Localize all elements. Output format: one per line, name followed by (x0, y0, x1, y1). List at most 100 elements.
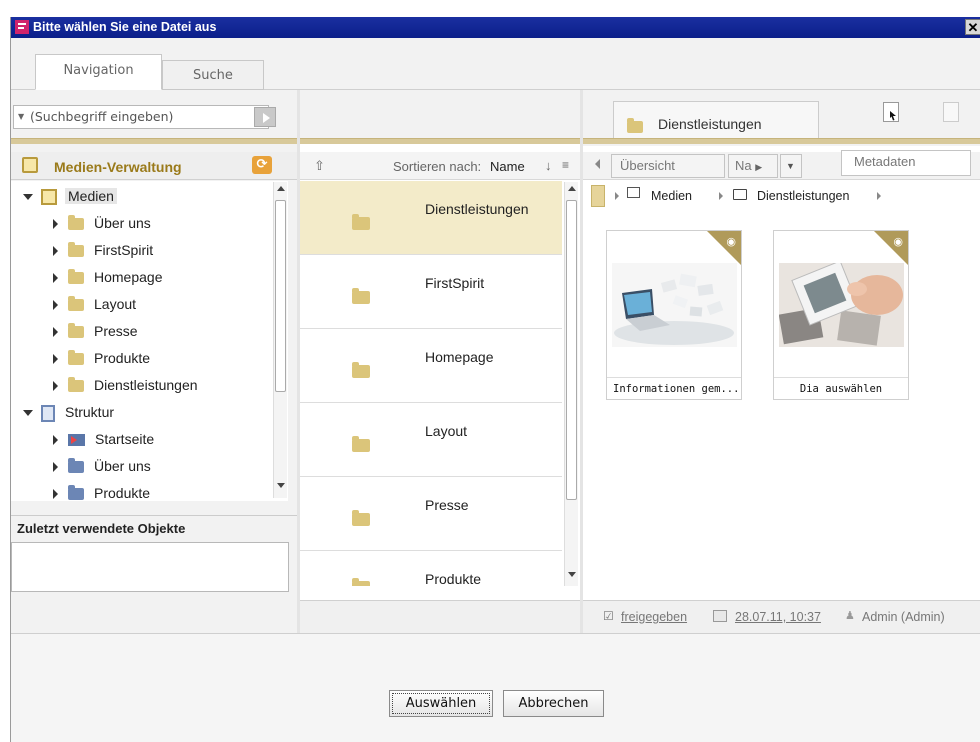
breadcrumb-root-icon[interactable] (591, 185, 605, 207)
expand-arrow-icon[interactable] (53, 462, 58, 473)
cancel-button[interactable]: Abbrechen (503, 690, 604, 717)
tree-node-homepage[interactable]: Homepage (53, 266, 163, 288)
tree-node-layout[interactable]: Layout (53, 293, 136, 315)
parent-folder-icon[interactable]: ⇧ (314, 158, 325, 174)
copy-document-icon[interactable] (943, 102, 959, 122)
folder-tab[interactable]: Dienstleistungen (613, 101, 819, 141)
modified-date[interactable]: 28.07.11, 10:37 (735, 610, 821, 624)
list-item[interactable]: Presse (300, 477, 562, 551)
list-item[interactable]: Layout (300, 403, 562, 477)
scroll-up-icon[interactable] (568, 186, 576, 191)
middle-header-space (300, 90, 581, 138)
calendar-icon (713, 610, 727, 622)
list-item[interactable]: FirstSpirit (300, 255, 562, 329)
start-page-icon (68, 434, 85, 447)
middle-status-bar (300, 600, 581, 633)
folder-icon (68, 269, 84, 285)
expand-arrow-icon[interactable] (53, 489, 58, 500)
dialog-footer (11, 633, 980, 742)
expand-arrow-icon[interactable] (53, 435, 58, 446)
tree-node-ueber-uns[interactable]: Über uns (53, 212, 151, 234)
tree-node-struktur-ueber-uns[interactable]: Über uns (53, 455, 151, 477)
folder-icon (68, 215, 84, 231)
release-status[interactable]: freigegeben (621, 610, 687, 624)
expand-arrow-icon[interactable] (53, 354, 58, 365)
sort-toolbar: ⇧ Sortieren nach: Name ↓ ≡ (300, 152, 581, 180)
scroll-down-icon[interactable] (277, 483, 285, 488)
media-icon (627, 187, 640, 198)
list-scrollbar[interactable] (564, 182, 578, 586)
tree-node-startseite[interactable]: Startseite (53, 428, 154, 450)
media-manager-title: Medien-Verwaltung (54, 159, 182, 175)
breadcrumb: Medien Dienstleistungen (583, 181, 980, 211)
tree-node-produkte[interactable]: Produkte (53, 347, 150, 369)
folder-icon (627, 118, 643, 133)
scrollbar-thumb[interactable] (566, 200, 577, 500)
next-arrow-icon[interactable]: ▶ (755, 162, 762, 172)
close-button[interactable]: ✕ (965, 19, 980, 35)
expand-arrow-icon[interactable] (53, 381, 58, 392)
search-input[interactable]: ▼ (Suchbegriff eingeben) ⌕ (13, 105, 269, 129)
folder-icon (352, 578, 370, 586)
splitter-left[interactable] (297, 90, 300, 633)
tree-node-struktur[interactable]: Struktur (23, 401, 114, 423)
select-button[interactable]: Auswählen (389, 690, 493, 717)
previous-arrow-icon[interactable] (595, 159, 600, 169)
eye-icon[interactable]: ◉ (726, 235, 736, 248)
media-manager-header: Medien-Verwaltung ⟳ (11, 152, 299, 180)
view-dropdown-icon[interactable]: ▼ (780, 154, 802, 178)
expand-arrow-icon[interactable] (53, 273, 58, 284)
scroll-up-icon[interactable] (277, 186, 285, 191)
expand-arrow-icon[interactable] (53, 327, 58, 338)
breadcrumb-separator-icon (615, 192, 619, 200)
thumbnail-card[interactable]: ◉ Dia auswählen (773, 230, 909, 400)
breadcrumb-separator-icon (719, 192, 723, 200)
breadcrumb-item-dienstleistungen[interactable]: Dienstleistungen (757, 189, 849, 203)
tree-node-firstspirit[interactable]: FirstSpirit (53, 239, 153, 261)
breadcrumb-item-medien[interactable]: Medien (651, 189, 692, 203)
folder-icon (68, 350, 84, 366)
overview-tab[interactable]: Übersicht (611, 154, 725, 178)
list-menu-icon[interactable]: ≡ (562, 158, 569, 172)
dropdown-arrow-icon[interactable]: ▼ (18, 106, 24, 128)
list-item[interactable]: Produkte (300, 551, 562, 586)
scrollbar-thumb[interactable] (275, 200, 286, 392)
thumbnail-image-slides (779, 263, 904, 347)
search-go-button[interactable] (254, 107, 276, 127)
name-view-tab[interactable]: Na ▶ (728, 154, 778, 178)
expand-arrow-icon[interactable] (53, 300, 58, 311)
collapse-arrow-icon[interactable] (23, 194, 33, 201)
tree-node-medien[interactable]: Medien (23, 185, 117, 207)
tree-node-struktur-produkte[interactable]: Produkte (53, 482, 150, 501)
title-bar[interactable]: Bitte wählen Sie eine Datei aus ✕ (11, 17, 980, 38)
eye-icon[interactable]: ◉ (893, 235, 903, 248)
refresh-icon[interactable]: ⟳ (252, 156, 272, 174)
navigation-panel: ▼ (Suchbegriff eingeben) ⌕ Medien-Verwal… (11, 90, 299, 633)
tree-scrollbar[interactable] (273, 182, 287, 498)
blue-folder-icon (68, 485, 84, 501)
select-document-icon[interactable] (883, 102, 899, 122)
expand-arrow-icon[interactable] (53, 246, 58, 257)
accent-bar (583, 138, 980, 144)
list-item[interactable]: Dienstleistungen (300, 181, 562, 255)
tree-node-presse[interactable]: Presse (53, 320, 138, 342)
media-manager-icon (22, 157, 38, 173)
sort-direction-icon[interactable]: ↓ (545, 158, 552, 173)
view-toolbar: Übersicht Na ▶ ▼ Metadaten (583, 150, 980, 180)
recent-objects-list[interactable] (11, 542, 289, 592)
expand-arrow-icon[interactable] (53, 219, 58, 230)
scroll-down-icon[interactable] (568, 572, 576, 577)
breadcrumb-separator-icon (877, 192, 881, 200)
tab-suche[interactable]: Suche (162, 60, 264, 90)
metadata-field[interactable]: Metadaten (841, 150, 971, 176)
sort-field[interactable]: Name (490, 159, 525, 174)
tree-node-dienstleistungen[interactable]: Dienstleistungen (53, 374, 198, 396)
collapse-arrow-icon[interactable] (23, 410, 33, 417)
accent-bar (300, 138, 581, 144)
list-item[interactable]: Homepage (300, 329, 562, 403)
folder-outline-icon (733, 189, 747, 200)
folder-icon (68, 242, 84, 258)
tab-navigation[interactable]: Navigation (35, 54, 162, 90)
search-placeholder: (Suchbegriff eingeben) (30, 109, 174, 124)
thumbnail-card[interactable]: ◉ Informationen gem... (606, 230, 742, 400)
